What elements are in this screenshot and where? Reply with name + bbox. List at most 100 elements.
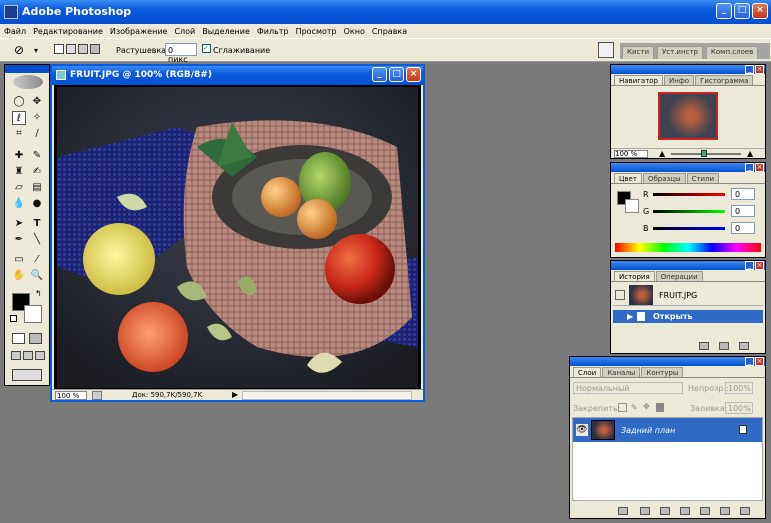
navigator-close-button[interactable]: × (755, 65, 764, 74)
layers-minimize-button[interactable]: _ (745, 357, 754, 366)
menu-view[interactable]: Просмотр (296, 27, 337, 36)
line-tool-icon[interactable]: ╲ (30, 233, 44, 247)
notes-tool-icon[interactable]: ▭ (12, 253, 26, 267)
photoshop-feather-icon[interactable] (13, 75, 43, 89)
color-close-button[interactable]: × (755, 163, 764, 172)
swap-colors-icon[interactable]: ↰ (35, 289, 42, 298)
navigator-minimize-button[interactable]: _ (745, 65, 754, 74)
layer-style-icon[interactable] (640, 507, 650, 515)
history-snapshot-row[interactable]: FRUIT.JPG (613, 284, 763, 306)
tab-navigator[interactable]: Навигатор (614, 75, 663, 85)
history-state-slider-icon[interactable]: ▶ (627, 312, 633, 321)
menu-help[interactable]: Справка (372, 27, 407, 36)
menu-edit[interactable]: Редактирование (33, 27, 103, 36)
layer-mask-icon[interactable] (660, 507, 670, 515)
lock-all-icon[interactable] (656, 403, 664, 412)
pen-tool-icon[interactable]: ✒ (12, 233, 26, 247)
quick-mask-mode-icon[interactable] (29, 333, 42, 344)
menu-layer[interactable]: Слой (174, 27, 195, 36)
status-menu-arrow-icon[interactable]: ▶ (232, 390, 238, 399)
layer-row-background[interactable]: 👁 Задний план (573, 418, 762, 442)
intersect-selection-icon[interactable] (90, 44, 100, 54)
channel-g-value[interactable]: 0 (731, 205, 755, 217)
screen-mode-menu-icon[interactable] (23, 351, 33, 360)
background-color-swatch[interactable] (24, 305, 42, 323)
history-minimize-button[interactable]: _ (745, 261, 754, 270)
snapshot-brush-icon[interactable] (615, 290, 625, 300)
color-background-swatch[interactable] (625, 199, 639, 213)
menu-filter[interactable]: Фильтр (257, 27, 289, 36)
channel-r-slider[interactable] (653, 193, 725, 196)
document-minimize-button[interactable]: _ (372, 67, 387, 82)
channel-b-slider[interactable] (653, 227, 725, 230)
brush-tool-icon[interactable]: ✎ (30, 149, 44, 163)
layer-visibility-eye-icon[interactable]: 👁 (576, 424, 588, 436)
tab-history[interactable]: История (614, 271, 655, 281)
color-spectrum-bar[interactable] (615, 243, 761, 252)
default-colors-icon[interactable] (10, 315, 17, 322)
tab-channels[interactable]: Каналы (602, 367, 641, 377)
channel-b-value[interactable]: 0 (731, 222, 755, 234)
menu-select[interactable]: Выделение (202, 27, 250, 36)
type-tool-icon[interactable]: T (30, 217, 44, 231)
history-brush-tool-icon[interactable]: ✍ (30, 165, 44, 179)
tab-actions[interactable]: Операции (655, 271, 703, 281)
delete-layer-icon[interactable] (740, 507, 750, 515)
tool-preset-arrow-icon[interactable]: ▾ (34, 46, 38, 55)
new-layer-icon[interactable] (720, 507, 730, 515)
lock-image-icon[interactable]: ✎ (631, 403, 638, 412)
navigator-zoom-thumb[interactable] (701, 150, 707, 157)
close-button[interactable]: × (752, 3, 768, 19)
lasso-tool-preset-icon[interactable]: ⊘ (14, 43, 24, 57)
history-close-button[interactable]: × (755, 261, 764, 270)
slice-tool-icon[interactable]: ∕ (30, 127, 44, 141)
dock-tab-tool-presets[interactable]: Уст.инстр (657, 46, 703, 59)
zoom-in-icon[interactable]: ▲ (747, 149, 753, 158)
crop-tool-icon[interactable]: ⌗ (12, 127, 26, 141)
dock-tab-layer-comps[interactable]: Комп.слоев (705, 46, 759, 59)
channel-r-value[interactable]: 0 (731, 188, 755, 200)
tab-color[interactable]: Цвет (614, 173, 642, 183)
dock-tab-brushes[interactable]: Кисти (622, 46, 654, 59)
menu-window[interactable]: Окно (344, 27, 365, 36)
color-minimize-button[interactable]: _ (745, 163, 754, 172)
layers-close-button[interactable]: × (755, 357, 764, 366)
clone-stamp-tool-icon[interactable]: ♜ (12, 165, 26, 179)
history-step-row[interactable]: ▶ Открыть (613, 310, 763, 323)
lasso-tool-icon[interactable]: ℓ (12, 111, 26, 125)
marquee-tool-icon[interactable]: ◯ (12, 95, 26, 109)
zoom-out-icon[interactable]: ▲ (659, 149, 665, 158)
file-browser-icon[interactable] (598, 42, 614, 58)
eyedropper-tool-icon[interactable]: ⁄ (30, 253, 44, 267)
gradient-tool-icon[interactable]: ▤ (30, 181, 44, 195)
document-canvas[interactable] (54, 85, 421, 389)
document-status-icon[interactable] (92, 391, 102, 400)
blur-tool-icon[interactable]: 💧 (12, 197, 26, 211)
menu-image[interactable]: Изображение (110, 27, 168, 36)
add-selection-icon[interactable] (66, 44, 76, 54)
path-selection-tool-icon[interactable]: ➤ (12, 217, 26, 231)
tab-paths[interactable]: Контуры (641, 367, 684, 377)
new-group-icon[interactable] (700, 507, 710, 515)
feather-input[interactable]: 0 пикс (165, 43, 197, 64)
fill-field[interactable]: 100% (725, 402, 753, 414)
screen-mode-full-icon[interactable] (35, 351, 45, 360)
screen-mode-standard-icon[interactable] (11, 351, 21, 360)
menu-file[interactable]: Файл (4, 27, 26, 36)
tab-histogram[interactable]: Гистограмма (695, 75, 754, 85)
hand-tool-icon[interactable]: ✋ (12, 269, 26, 283)
eraser-tool-icon[interactable]: ▱ (12, 181, 26, 195)
tab-layers[interactable]: Слои (573, 367, 602, 377)
channel-g-slider[interactable] (653, 210, 725, 213)
maximize-button[interactable]: □ (734, 3, 750, 19)
healing-brush-tool-icon[interactable]: ✚ (12, 149, 26, 163)
lock-transparency-icon[interactable] (618, 403, 627, 412)
history-snapshot-icon[interactable] (719, 342, 729, 350)
antialias-checkbox[interactable]: ✓ (202, 44, 211, 53)
zoom-tool-icon[interactable]: 🔍 (30, 269, 44, 283)
tab-info[interactable]: Инфо (664, 75, 695, 85)
jump-to-imageready-icon[interactable] (12, 369, 42, 381)
adjustment-layer-icon[interactable] (680, 507, 690, 515)
navigator-zoom-field[interactable]: 100 % (614, 150, 648, 158)
minimize-button[interactable]: _ (716, 3, 732, 19)
